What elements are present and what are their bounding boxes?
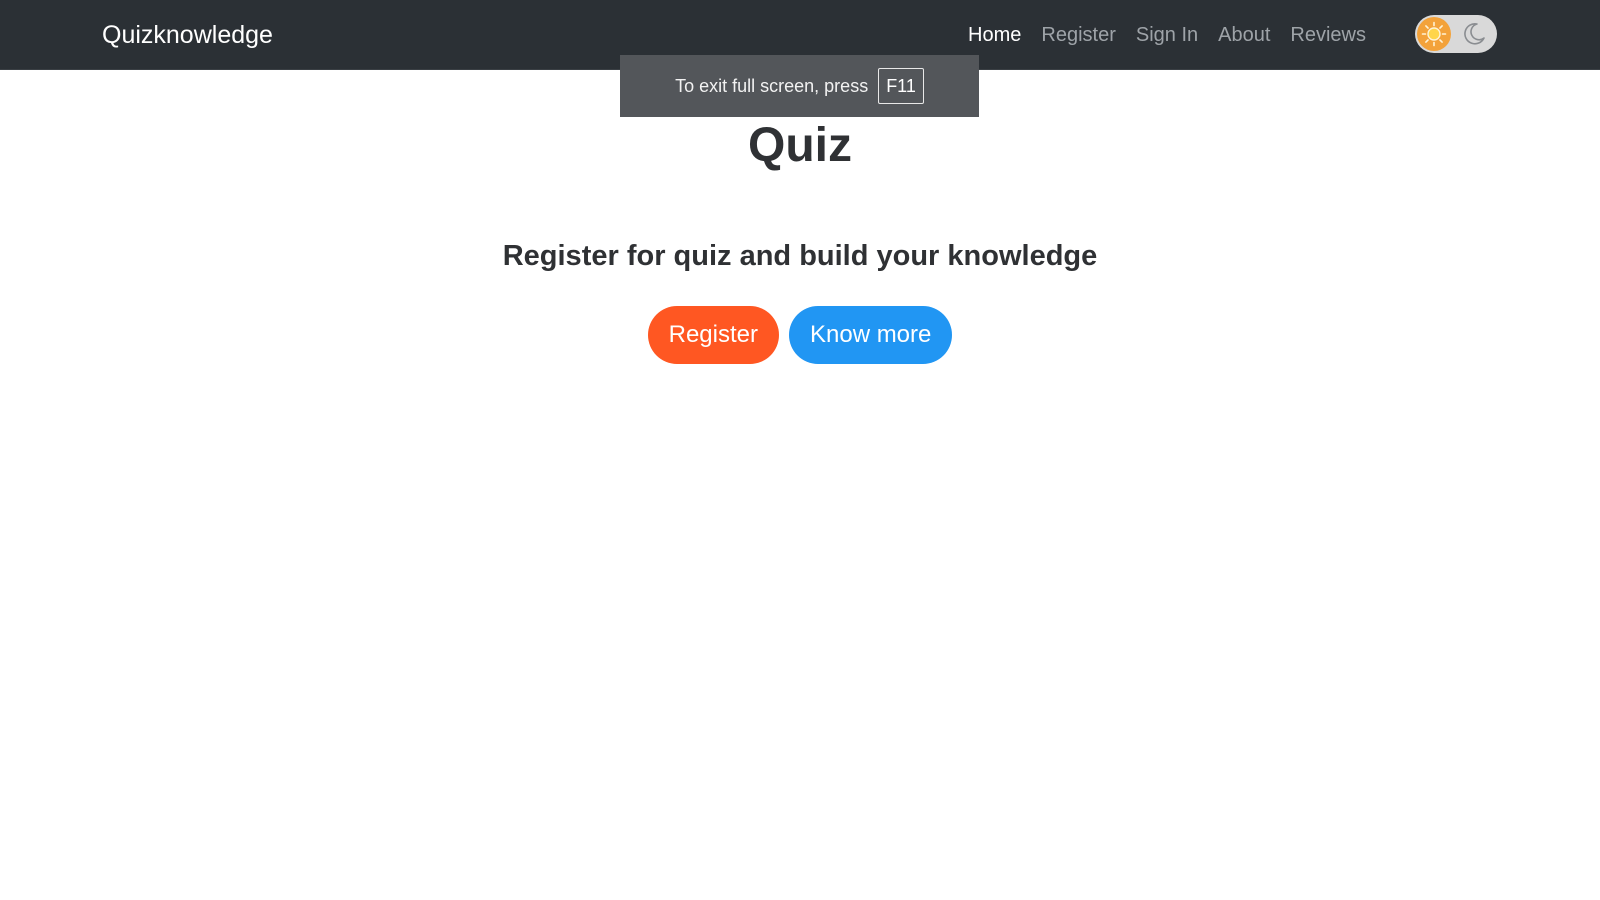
toggle-knob	[1417, 17, 1451, 51]
fullscreen-notice-text: To exit full screen, press	[675, 75, 869, 96]
page-subtitle: Register for quiz and build your knowled…	[502, 240, 1098, 272]
f11-key: F11	[878, 68, 924, 104]
page-title: Quiz	[748, 119, 852, 172]
nav-link-reviews[interactable]: Reviews	[1280, 24, 1376, 47]
register-button[interactable]: Register	[647, 306, 779, 364]
hero-actions: Register Know more	[0, 306, 1600, 364]
know-more-button[interactable]: Know more	[788, 306, 953, 364]
nav-link-sign-in[interactable]: Sign In	[1126, 24, 1208, 47]
moon-icon	[1464, 22, 1485, 45]
brand-logo[interactable]: Quizknowledge	[102, 0, 273, 70]
nav-links: Home Register Sign In About Reviews	[958, 0, 1376, 70]
nav-link-register[interactable]: Register	[1031, 24, 1125, 47]
fullscreen-notice: To exit full screen, press F11	[620, 55, 979, 117]
nav-link-home[interactable]: Home	[958, 24, 1031, 47]
nav-link-about[interactable]: About	[1208, 24, 1280, 47]
sun-icon	[1421, 21, 1447, 47]
theme-toggle[interactable]	[1415, 15, 1497, 53]
